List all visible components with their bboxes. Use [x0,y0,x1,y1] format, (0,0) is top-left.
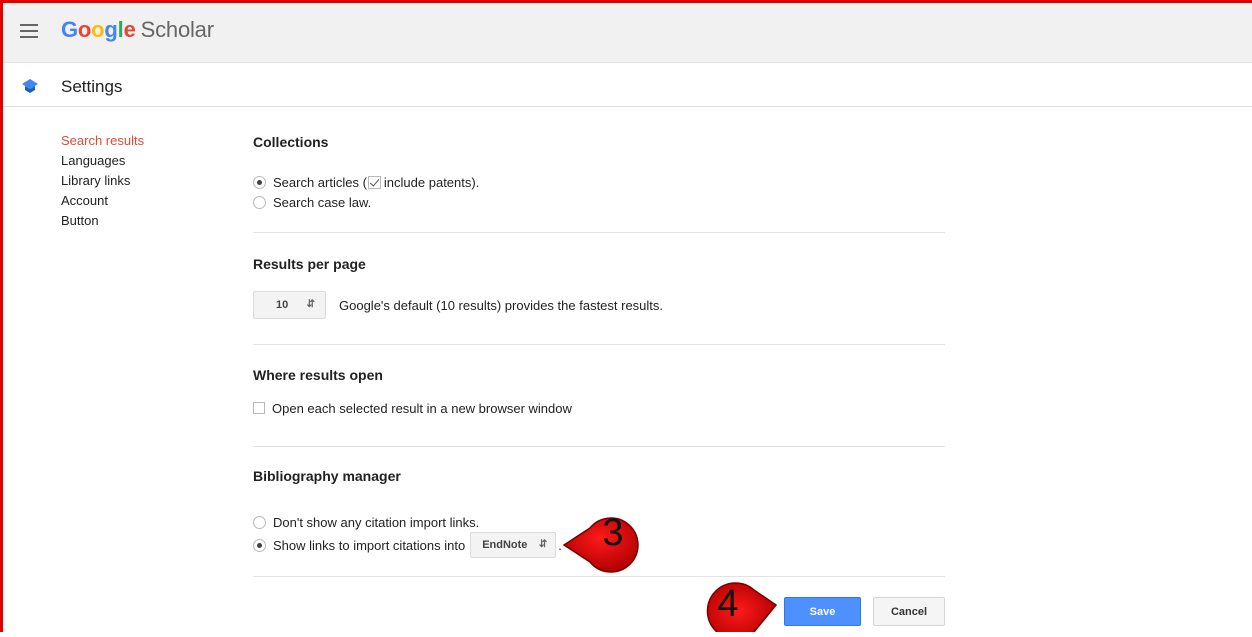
sidebar-item-languages[interactable]: Languages [61,151,144,171]
search-case-law-option[interactable]: Search case law. [253,192,945,212]
top-bar: Google Scholar [0,0,1252,63]
collections-section: Collections Search articles ( include pa… [253,132,945,233]
step-4-label: 4 [717,583,739,625]
search-articles-label-prefix: Search articles ( [273,174,367,190]
search-case-law-label: Search case law. [273,194,372,210]
settings-sidebar: Search results Languages Library links A… [61,131,144,231]
step-4-marker: 4 [694,565,778,637]
results-per-page-value: 10 [276,299,289,311]
include-patents-checkbox[interactable] [367,175,381,189]
settings-header: Settings [0,63,1252,107]
sidebar-item-library-links[interactable]: Library links [61,171,144,191]
no-citation-links-label: Don't show any citation import links. [273,514,480,530]
bibliography-manager-select[interactable]: EndNote ⇵ [470,532,557,558]
results-per-page-title: Results per page [253,256,366,272]
bibliography-title: Bibliography manager [253,468,401,484]
new-window-label: Open each selected result in a new brows… [272,400,572,416]
select-arrows-icon: ⇵ [306,299,315,310]
graduation-cap-icon [22,79,38,93]
save-button[interactable]: Save [784,597,861,626]
step-3-label: 3 [602,512,624,554]
collections-title: Collections [253,134,329,150]
where-results-open-title: Where results open [253,367,383,383]
page-title: Settings [61,77,123,96]
results-per-page-section: Results per page 10 ⇵ Google's default (… [253,233,945,345]
results-per-page-select[interactable]: 10 ⇵ [253,291,326,319]
no-citation-links-radio[interactable] [253,515,266,529]
search-articles-option[interactable]: Search articles ( include patents). [253,172,945,192]
sidebar-item-search-results[interactable]: Search results [61,131,144,151]
show-citation-links-label: Show links to import citations into [273,537,466,553]
sidebar-item-account[interactable]: Account [61,191,144,211]
where-results-open-section: Where results open Open each selected re… [253,345,945,447]
bibliography-manager-value: EndNote [482,539,528,551]
new-window-option[interactable]: Open each selected result in a new brows… [253,398,945,418]
select-arrows-icon: ⇵ [538,539,548,550]
menu-icon[interactable] [20,24,38,38]
search-case-law-radio[interactable] [253,195,266,209]
step-3-marker: 3 [560,494,642,578]
search-articles-radio[interactable] [253,175,266,189]
search-articles-label-suffix: include patents). [383,174,480,190]
google-scholar-logo[interactable]: Google Scholar [61,17,214,43]
new-window-checkbox[interactable] [253,402,265,414]
show-citation-links-radio[interactable] [253,538,266,552]
results-per-page-hint: Google's default (10 results) provides t… [339,297,664,313]
cancel-button[interactable]: Cancel [873,597,945,626]
sidebar-item-button[interactable]: Button [61,211,144,231]
